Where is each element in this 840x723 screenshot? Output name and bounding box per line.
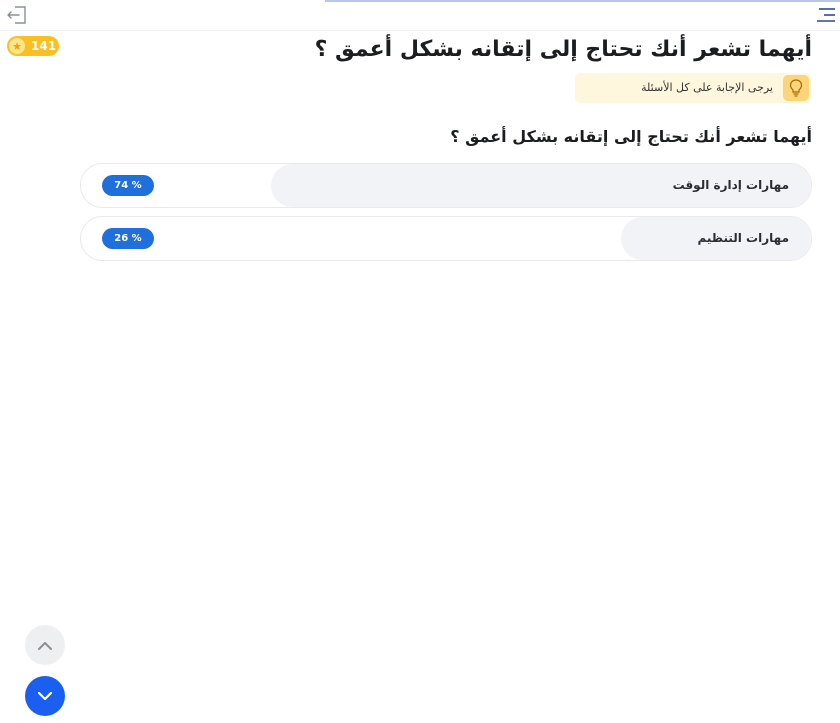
percent-badge: 26 % (102, 228, 154, 249)
option-label: مهارات التنظيم (697, 231, 789, 245)
coins-badge: ★ 141 (7, 36, 59, 56)
scroll-down-button[interactable] (25, 676, 65, 716)
chevron-down-icon (38, 691, 52, 700)
top-bar (0, 0, 840, 31)
page-title: أيهما تشعر أنك تحتاج إلى إتقانه بشكل أعم… (314, 37, 812, 62)
top-accent-line (325, 0, 840, 2)
coins-count: 141 (31, 39, 57, 53)
percent-badge: 74 % (102, 175, 154, 196)
lightbulb-icon (783, 75, 809, 101)
option-time-management[interactable]: مهارات إدارة الوقت 74 % (80, 163, 812, 208)
option-label: مهارات إدارة الوقت (672, 178, 789, 192)
hamburger-menu-icon[interactable] (816, 6, 836, 24)
exit-icon[interactable] (6, 5, 28, 25)
option-organization[interactable]: مهارات التنظيم 26 % (80, 216, 812, 261)
hint-banner: يرجى الإجابة على كل الأسئلة (575, 73, 811, 103)
star-icon: ★ (9, 38, 25, 54)
hint-text: يرجى الإجابة على كل الأسئلة (641, 81, 773, 94)
question-text: أيهما تشعر أنك تحتاج إلى إتقانه بشكل أعم… (450, 127, 812, 146)
chevron-up-icon (38, 641, 52, 650)
scroll-up-button[interactable] (25, 625, 65, 665)
